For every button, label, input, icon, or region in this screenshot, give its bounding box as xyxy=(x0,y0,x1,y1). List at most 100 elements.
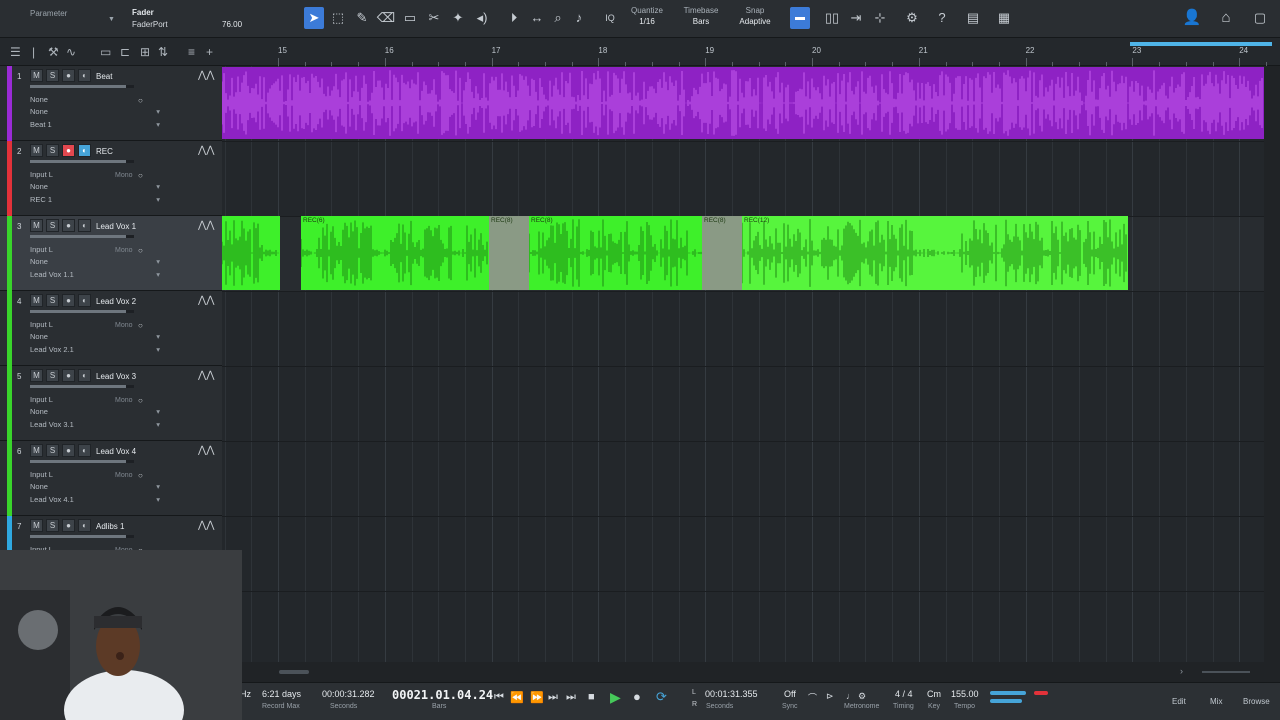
monitor-icon[interactable]: ◐ xyxy=(78,69,91,82)
solo-button[interactable]: S xyxy=(46,144,59,157)
track-header[interactable]: 3 M S ● ◐ Lead Vox 1 ⋀⋀ Input L Mono ○ N… xyxy=(0,216,222,291)
loop-icon[interactable]: ⟳ xyxy=(656,689,667,705)
input-monitor-icon[interactable]: ○ xyxy=(138,96,143,105)
arrangement-view[interactable]: REC(6) REC(8) REC(8) REC(8) REC(12) xyxy=(222,66,1264,662)
mute-tool-icon[interactable]: ✂ xyxy=(424,7,444,29)
mute-button[interactable]: M xyxy=(30,369,43,382)
split-tool-icon[interactable]: ✎ xyxy=(352,7,372,29)
precount-icon[interactable]: ⌒ xyxy=(808,691,817,704)
layer-selector[interactable]: REC 1 ▾ xyxy=(30,195,160,204)
horizontal-scrollbar[interactable]: › xyxy=(222,662,1280,682)
video-icon[interactable]: ▤ xyxy=(963,7,983,29)
record-arm-icon[interactable]: ● xyxy=(62,69,75,82)
waveform-icon[interactable]: ⋀⋀ xyxy=(198,520,214,531)
waveform-icon[interactable]: ⋀⋀ xyxy=(198,70,214,81)
monitor-icon[interactable]: ◐ xyxy=(78,519,91,532)
record-arm-icon[interactable]: ● xyxy=(62,219,75,232)
key-value[interactable]: Cm xyxy=(927,689,941,699)
cursor-follow-icon[interactable]: ⊹ xyxy=(870,7,890,29)
add-track-icon[interactable]: + xyxy=(206,45,213,59)
range-tool-icon[interactable]: ⬚ xyxy=(328,7,348,29)
monitor-icon[interactable]: ◐ xyxy=(78,219,91,232)
click-settings-icon[interactable]: ⚙ xyxy=(858,691,866,702)
eraser-tool-icon[interactable]: ⌫ xyxy=(376,7,396,29)
home-icon[interactable]: ⌂ xyxy=(1216,7,1236,29)
waveform-icon[interactable]: ⋀⋀ xyxy=(198,295,214,306)
audio-event-selected[interactable]: REC(12) xyxy=(742,216,1128,290)
input-monitor-icon[interactable]: ○ xyxy=(138,396,143,405)
waveform-icon[interactable]: ⋀⋀ xyxy=(198,370,214,381)
zoom-left-icon[interactable]: › xyxy=(1180,666,1183,676)
settings-icon[interactable]: ⚙ xyxy=(902,7,922,29)
track-header[interactable]: 7 M S ● ◐ Adlibs 1 ⋀⋀ Input L Mono ○ ▾ ▾ xyxy=(0,516,222,550)
end-icon[interactable]: ⏭ xyxy=(566,691,576,704)
scrub-icon[interactable]: ♪ xyxy=(569,7,589,29)
menu-icon[interactable]: ☰ xyxy=(10,45,21,59)
quantize-selector[interactable]: Quantize 1/16 xyxy=(622,6,672,26)
track-header[interactable]: 6 M S ● ◐ Lead Vox 4 ⋀⋀ Input L Mono ○ N… xyxy=(0,441,222,516)
forward-icon[interactable]: ⏭ xyxy=(548,691,558,704)
metronome-icon[interactable]: ♩ xyxy=(846,691,855,701)
track-name[interactable]: Lead Vox 4 xyxy=(96,447,136,456)
parameter-dropdown-icon[interactable]: ▼ xyxy=(108,16,115,23)
browse-button[interactable]: Browse xyxy=(1243,697,1270,706)
track-name[interactable]: Beat xyxy=(96,72,112,81)
loop-range[interactable] xyxy=(1130,42,1272,46)
record-arm-icon[interactable]: ● xyxy=(62,294,75,307)
strip-silence-icon[interactable]: ⏵ xyxy=(504,7,524,29)
paint-tool-icon[interactable]: ▭ xyxy=(400,7,420,29)
autopunch-icon[interactable]: ⊳ xyxy=(826,691,834,702)
layer-selector[interactable]: Lead Vox 3.1 ▾ xyxy=(30,420,160,429)
play-icon[interactable]: ▶ xyxy=(610,689,621,706)
solo-button[interactable]: S xyxy=(46,294,59,307)
mute-button[interactable]: M xyxy=(30,219,43,232)
mix-button[interactable]: Mix xyxy=(1210,697,1222,706)
arrow-tool-icon[interactable]: ➤ xyxy=(304,7,324,29)
listen-tool-icon[interactable]: ◂) xyxy=(472,7,492,29)
help-icon[interactable]: ? xyxy=(932,7,952,29)
output-selector[interactable]: None ▾ xyxy=(30,107,160,116)
volume-fader[interactable] xyxy=(30,235,134,238)
track-header[interactable]: 4 M S ● ◐ Lead Vox 2 ⋀⋀ Input L Mono ○ N… xyxy=(0,291,222,366)
output-selector[interactable]: None ▾ xyxy=(30,482,160,491)
solo-button[interactable]: S xyxy=(46,444,59,457)
monitor-icon[interactable]: ◐ xyxy=(78,444,91,457)
input-icon[interactable]: | xyxy=(32,45,35,59)
waveform-icon[interactable]: ⋀⋀ xyxy=(198,445,214,456)
input-monitor-icon[interactable]: ○ xyxy=(138,246,143,255)
horizontal-scroll-thumb[interactable] xyxy=(279,670,309,674)
mute-button[interactable]: M xyxy=(30,294,43,307)
input-monitor-icon[interactable]: ○ xyxy=(138,471,143,480)
audio-event-muted[interactable]: REC(8) xyxy=(702,216,742,290)
audio-event[interactable]: REC(8) xyxy=(529,216,702,290)
input-monitor-icon[interactable]: ○ xyxy=(138,171,143,180)
fader-value[interactable]: 76.00 xyxy=(222,20,242,29)
audio-event-beat[interactable] xyxy=(222,67,1264,139)
track-name[interactable]: REC xyxy=(96,147,113,156)
track-name[interactable]: Adlibs 1 xyxy=(96,522,124,531)
solo-button[interactable]: S xyxy=(46,69,59,82)
tools-icon[interactable]: ⚒ xyxy=(48,45,59,59)
sync-value[interactable]: Off xyxy=(784,689,796,699)
timeline-ruler[interactable]: 15 16 17 18 19 20 21 22 23 24 xyxy=(222,38,1280,66)
zoom-icon[interactable]: ⌕ xyxy=(548,7,568,29)
monitor-icon[interactable]: ◐ xyxy=(78,294,91,307)
audio-event-muted[interactable]: REC(8) xyxy=(489,216,529,290)
audio-event[interactable]: REC(6) xyxy=(301,216,489,290)
volume-fader[interactable] xyxy=(30,385,134,388)
timing-value[interactable]: 4 / 4 xyxy=(895,689,913,699)
solo-button[interactable]: S xyxy=(46,219,59,232)
monitor-icon[interactable]: ◐ xyxy=(78,369,91,382)
mute-button[interactable]: M xyxy=(30,69,43,82)
snap-selector[interactable]: Snap Adaptive xyxy=(730,6,780,26)
automation-icon[interactable]: ∿ xyxy=(66,45,76,59)
fast-forward-icon[interactable]: ⏩ xyxy=(530,691,544,704)
expand-icon[interactable]: ⇅ xyxy=(158,45,168,59)
bars-position[interactable]: 00021.01.04.24 xyxy=(392,688,493,702)
loop-follow-icon[interactable]: ▯▯ xyxy=(822,7,842,29)
solo-button[interactable]: S xyxy=(46,519,59,532)
edit-button[interactable]: Edit xyxy=(1172,697,1186,706)
keyboard-icon[interactable]: ▦ xyxy=(994,7,1014,29)
layer-selector[interactable]: Lead Vox 1.1 ▾ xyxy=(30,270,160,279)
solo-button[interactable]: S xyxy=(46,369,59,382)
